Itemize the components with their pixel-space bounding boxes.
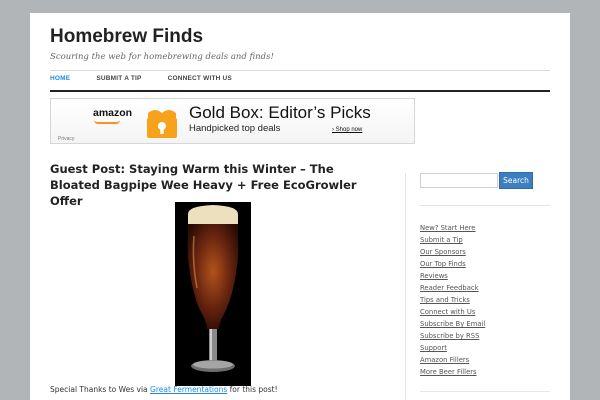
- ad-shop-now-link[interactable]: › Shop now: [332, 127, 362, 133]
- sidebar-divider: [420, 205, 550, 206]
- search-button[interactable]: Search: [499, 172, 533, 189]
- site-title[interactable]: Homebrew Finds: [50, 26, 203, 48]
- nav-item-submit-a-tip[interactable]: SUBMIT A TIP: [96, 75, 141, 87]
- post-body-text: Special Thanks to Wes via Great Fermenta…: [50, 385, 278, 394]
- ad-title: Gold Box: Editor’s Picks: [189, 103, 371, 122]
- sidebar-divider-bottom: [420, 391, 550, 392]
- main-navigation: HOME SUBMIT A TIP CONNECT WITH US: [50, 75, 258, 87]
- ad-privacy-link[interactable]: Privacy: [58, 136, 74, 142]
- gold-box-lock-icon: [147, 110, 177, 138]
- sidebar-link-more-beer-fillers[interactable]: More Beer Fillers: [420, 368, 477, 376]
- list-item: Our Sponsors: [420, 243, 485, 256]
- ad-subtitle: Handpicked top deals: [189, 123, 281, 134]
- page-container: Homebrew Finds Scouring the web for home…: [30, 13, 570, 400]
- list-item: Our Top Finds: [420, 255, 485, 268]
- content-sidebar-divider: [405, 173, 406, 400]
- amazon-logo: amazon: [93, 107, 133, 119]
- sidebar-links: New? Start Here Submit a Tip Our Sponsor…: [420, 219, 485, 376]
- nav-bottom-divider: [50, 90, 550, 92]
- list-item: Support: [420, 339, 485, 352]
- list-item: More Beer Fillers: [420, 363, 485, 376]
- great-fermentations-link[interactable]: Great Fermentations: [150, 385, 227, 394]
- amazon-goldbox-banner[interactable]: amazon Gold Box: Editor’s Picks Handpick…: [50, 98, 415, 144]
- amazon-smile-icon: [94, 120, 120, 124]
- list-item: Subscribe By Email: [420, 315, 485, 328]
- nav-top-divider: [50, 70, 550, 71]
- post-text-suffix: for this post!: [227, 385, 278, 394]
- list-item: Tips and Tricks: [420, 291, 485, 304]
- list-item: Connect with Us: [420, 303, 485, 316]
- nav-item-connect-with-us[interactable]: CONNECT WITH US: [168, 75, 232, 87]
- list-item: New? Start Here: [420, 219, 485, 232]
- post-text-prefix: Special Thanks to Wes via: [50, 385, 151, 394]
- nav-item-home[interactable]: HOME: [50, 75, 70, 87]
- list-item: Submit a Tip: [420, 231, 485, 244]
- search-input[interactable]: [420, 173, 498, 188]
- list-item: Subscribe by RSS: [420, 327, 485, 340]
- list-item: Reviews: [420, 267, 485, 280]
- list-item: Reader Feedback: [420, 279, 485, 292]
- list-item: Amazon Fillers: [420, 351, 485, 364]
- beer-glass-image: [175, 202, 251, 386]
- site-description: Scouring the web for homebrewing deals a…: [50, 52, 274, 62]
